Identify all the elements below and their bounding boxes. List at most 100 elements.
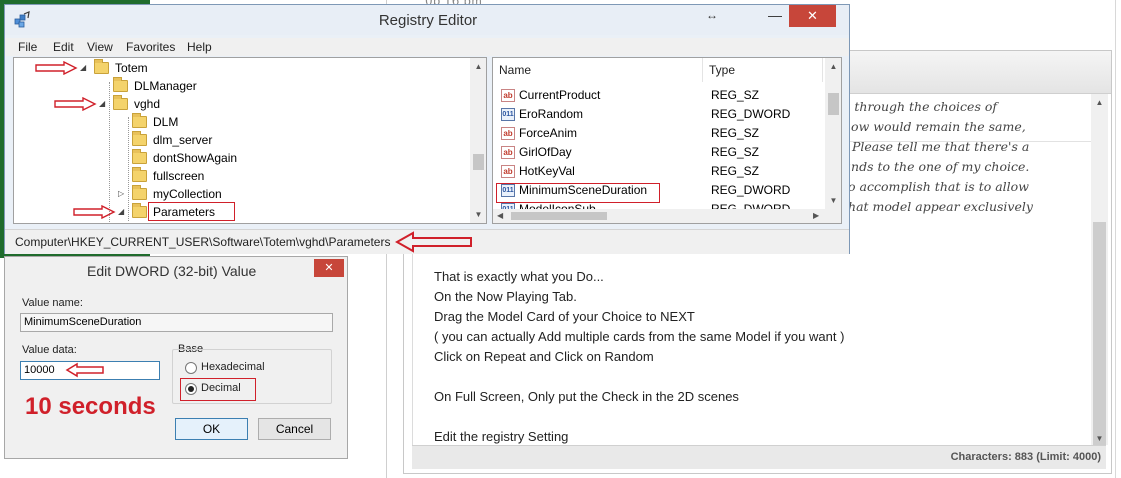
string-value-icon: ab [501, 89, 515, 102]
menu-bar: File Edit View Favorites Help [5, 38, 849, 56]
value-name: GirlOfDay [519, 145, 572, 159]
value-name: CurrentProduct [519, 88, 601, 102]
scroll-down-icon[interactable]: ▼ [825, 196, 841, 205]
tree-item-label: Totem [115, 61, 148, 75]
folder-icon [94, 59, 109, 74]
scroll-up-icon[interactable]: ▲ [825, 62, 841, 71]
character-count: Characters: 883 (Limit: 4000) [950, 451, 1101, 463]
value-data-label: Value data: [22, 344, 77, 356]
string-value-icon: ab [501, 165, 515, 178]
tree-item-label: DLM [153, 115, 179, 129]
scrollbar-thumb[interactable] [1093, 222, 1106, 460]
tree-item-dontshowagain[interactable]: dontShowAgain [14, 149, 464, 167]
editor-text-line: e through the choices of [843, 99, 997, 114]
menu-favorites[interactable]: Favorites [126, 40, 175, 54]
tree-item-parameters[interactable]: ◢ Parameters [14, 202, 464, 221]
dword-value-icon: 011 [501, 108, 515, 121]
tree-item-label: myCollection [153, 187, 222, 201]
title-bar[interactable]: Registry Editor ↔ — ✕ [5, 5, 849, 35]
close-button[interactable]: ✕ [789, 5, 836, 27]
value-name-label: Value name: [22, 297, 83, 309]
pointer-arrow-icon [54, 97, 97, 111]
menu-help[interactable]: Help [187, 40, 212, 54]
editor-scrollbar[interactable]: ▲ ▼ [1091, 94, 1108, 460]
pointer-arrow-icon [35, 61, 78, 75]
folder-icon [113, 95, 128, 110]
value-type: REG_DWORD [711, 183, 791, 197]
editor-text-line: how would remain the same, [843, 119, 1026, 134]
value-type: REG_SZ [711, 88, 760, 102]
tree-item-fullscreen[interactable]: fullscreen [14, 167, 464, 185]
tree-item-label: vghd [134, 97, 161, 111]
value-row[interactable]: ab CurrentProduct REG_SZ [493, 86, 823, 105]
editor-text-line: ! Please tell me that there's a [843, 139, 1030, 154]
value-row[interactable]: ab HotKeyVal REG_SZ [493, 162, 823, 181]
minimize-button[interactable]: — [761, 5, 789, 27]
highlight-box [148, 202, 235, 221]
cancel-button[interactable]: Cancel [258, 418, 331, 440]
column-type[interactable]: Type [703, 58, 823, 82]
expand-icon[interactable]: ▷ [118, 185, 124, 203]
resize-icon[interactable]: ↔ [699, 5, 725, 27]
menu-view[interactable]: View [87, 40, 113, 54]
value-type: REG_DWORD [711, 107, 791, 121]
tree-item-totem[interactable]: ◢ Totem [14, 59, 464, 77]
key-tree[interactable]: ◢ Totem DLManager ◢ vghd DLM dlm_server dontSho… [13, 57, 487, 224]
tree-item-dlm[interactable]: DLM [14, 113, 464, 131]
registry-editor-window[interactable]: Registry Editor ↔ — ✕ File Edit View Fav… [4, 4, 850, 254]
collapse-icon[interactable]: ◢ [80, 59, 86, 77]
collapse-icon[interactable]: ◢ [99, 95, 105, 113]
tree-item-vghd[interactable]: ◢ vghd [14, 95, 464, 113]
scrollbar-thumb[interactable] [473, 154, 484, 170]
dialog-close-button[interactable]: ✕ [314, 259, 344, 277]
menu-file[interactable]: File [18, 40, 37, 54]
column-name[interactable]: Name [493, 58, 703, 82]
hexadecimal-label[interactable]: Hexadecimal [201, 361, 265, 373]
scroll-right-icon[interactable]: ▶ [813, 209, 819, 223]
hexadecimal-radio[interactable] [185, 362, 197, 374]
scrollbar-thumb[interactable] [828, 93, 839, 115]
key-path: Computer\HKEY_CURRENT_USER\Software\Tote… [15, 235, 391, 249]
highlight-box [496, 183, 660, 203]
editor-text-line: Edit the registry Setting [434, 429, 569, 444]
edit-dword-dialog[interactable]: Edit DWORD (32-bit) Value ✕ Value name: … [4, 256, 348, 459]
value-row[interactable]: ab GirlOfDay REG_SZ [493, 143, 823, 162]
editor-text-line: that model appear exclusively [843, 199, 1033, 214]
values-scrollbar[interactable]: ▲ ▼ [825, 58, 841, 209]
value-type: REG_SZ [711, 145, 760, 159]
collapse-icon[interactable]: ◢ [118, 203, 124, 221]
scrollbar-thumb[interactable] [511, 212, 607, 220]
tree-item-label: fullscreen [153, 169, 205, 183]
highlight-box [180, 378, 256, 401]
duration-annotation: 10 seconds [25, 393, 156, 420]
status-bar: Computer\HKEY_CURRENT_USER\Software\Tote… [5, 229, 849, 254]
value-row[interactable]: 011 EroRandom REG_DWORD [493, 105, 823, 124]
pointer-arrow-icon [73, 205, 116, 219]
scroll-up-icon[interactable]: ▲ [470, 62, 486, 71]
ok-button[interactable]: OK [175, 418, 248, 440]
tree-item-dlm-server[interactable]: dlm_server [14, 131, 464, 149]
menu-edit[interactable]: Edit [53, 40, 74, 54]
tree-item-dlmanager[interactable]: DLManager [14, 77, 464, 95]
scroll-up-icon[interactable]: ▲ [1091, 98, 1108, 107]
values-h-scrollbar[interactable]: ◀ ▶ [493, 209, 841, 223]
editor-text-line: to accomplish that is to allow [843, 179, 1029, 194]
pointer-arrow-icon [65, 362, 104, 378]
background-divider-right [1115, 0, 1116, 478]
dialog-title-bar[interactable]: Edit DWORD (32-bit) Value ✕ [5, 257, 347, 285]
value-row[interactable]: ab ForceAnim REG_SZ [493, 124, 823, 143]
values-list[interactable]: Name Type ab CurrentProduct REG_SZ 011 EroRa… [492, 57, 842, 224]
editor-text-line: unds to the one of my choice. [843, 159, 1030, 174]
scroll-left-icon[interactable]: ◀ [497, 209, 503, 223]
value-name: ForceAnim [519, 126, 578, 140]
folder-icon [132, 113, 147, 128]
editor-text-line: That is exactly what you Do... [434, 269, 604, 284]
tree-item-mycollection[interactable]: ▷ myCollection [14, 185, 464, 203]
scroll-down-icon[interactable]: ▼ [470, 210, 486, 219]
folder-icon [132, 185, 147, 200]
editor-text-line: Click on Repeat and Click on Random [434, 349, 654, 364]
folder-icon [132, 203, 147, 218]
scroll-down-icon[interactable]: ▼ [1091, 434, 1108, 443]
tree-scrollbar[interactable]: ▲ ▼ [470, 58, 486, 223]
value-name-field[interactable]: MinimumSceneDuration [20, 313, 333, 332]
